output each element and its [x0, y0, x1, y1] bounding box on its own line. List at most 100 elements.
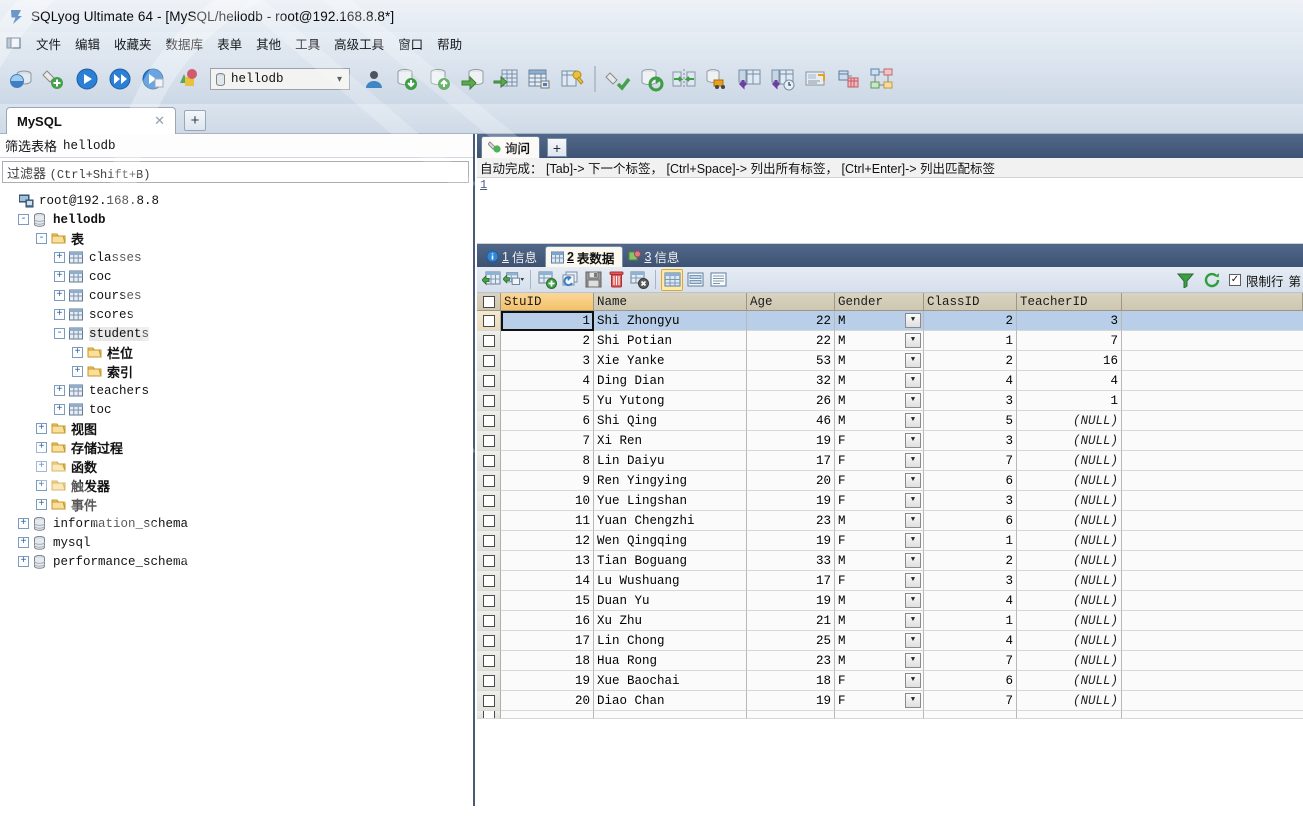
tree-node-table-students[interactable]: - students: [4, 324, 473, 343]
row-checkbox-cell[interactable]: [477, 411, 501, 431]
cell-Age[interactable]: 46: [747, 411, 835, 431]
user-manager-icon[interactable]: [359, 64, 389, 94]
cell-Age[interactable]: 25: [747, 631, 835, 651]
tree-expander-collapse-icon[interactable]: -: [36, 233, 47, 244]
table-row[interactable]: 7 Xi Ren 19 F ▼ 3 (NULL): [477, 431, 1303, 451]
cell-ClassID[interactable]: 3: [924, 571, 1017, 591]
cell-TeacherID[interactable]: 4: [1017, 371, 1122, 391]
cell-Age[interactable]: 23: [747, 511, 835, 531]
cell-ClassID[interactable]: 1: [924, 331, 1017, 351]
row-checkbox-cell[interactable]: [477, 531, 501, 551]
er-diagram-icon[interactable]: [867, 64, 897, 94]
cell-ClassID[interactable]: 2: [924, 551, 1017, 571]
table-row[interactable]: 1 Shi Zhongyu 22 M ▼ 2 3: [477, 311, 1303, 331]
cell-Age[interactable]: 53: [747, 351, 835, 371]
tree-node-triggers-folder[interactable]: + 触发器: [4, 476, 473, 495]
cell-ClassID[interactable]: 4: [924, 591, 1017, 611]
text-view-icon[interactable]: [707, 269, 729, 291]
cell-ClassID[interactable]: 6: [924, 511, 1017, 531]
cell-Gender[interactable]: F ▼: [835, 431, 924, 451]
table-row[interactable]: 4 Ding Dian 32 M ▼ 4 4: [477, 371, 1303, 391]
cell-TeacherID[interactable]: 3: [1017, 311, 1122, 331]
checkbox-icon[interactable]: [482, 634, 495, 647]
checkbox-icon[interactable]: [482, 654, 495, 667]
cell-ClassID[interactable]: 7: [924, 451, 1017, 471]
chevron-down-icon[interactable]: ▼: [905, 413, 921, 428]
cell-ClassID[interactable]: 2: [924, 351, 1017, 371]
cell-Name[interactable]: Yue Lingshan: [594, 491, 747, 511]
chevron-down-icon[interactable]: ▼: [905, 573, 921, 588]
insert-row-dropdown-icon[interactable]: [503, 269, 525, 291]
cell-ClassID[interactable]: 4: [924, 371, 1017, 391]
cell-Name[interactable]: Xi Ren: [594, 431, 747, 451]
cell-Name[interactable]: Xie Yanke: [594, 351, 747, 371]
stop-query-icon[interactable]: [171, 64, 201, 94]
cell-TeacherID[interactable]: (NULL): [1017, 651, 1122, 671]
backup-database-icon[interactable]: [458, 64, 488, 94]
add-connection-tab-button[interactable]: +: [184, 110, 206, 131]
column-header-teacherid[interactable]: TeacherID: [1017, 293, 1122, 311]
table-row[interactable]: 14 Lu Wushuang 17 F ▼ 3 (NULL): [477, 571, 1303, 591]
tree-node-columns-folder[interactable]: + 栏位: [4, 343, 473, 362]
tree-expander-expand-icon[interactable]: +: [54, 385, 65, 396]
menu-tools[interactable]: 工具: [288, 33, 327, 54]
result-tab-table-data[interactable]: 2 表数据: [544, 246, 624, 267]
chevron-down-icon[interactable]: ▼: [905, 353, 921, 368]
table-row[interactable]: 18 Hua Rong 23 M ▼ 7 (NULL): [477, 651, 1303, 671]
row-checkbox-cell[interactable]: [477, 471, 501, 491]
cell-Gender[interactable]: M ▼: [835, 331, 924, 351]
insert-row-icon[interactable]: [480, 269, 502, 291]
menu-database[interactable]: 数据库: [159, 33, 211, 54]
cell-StuID[interactable]: 20: [501, 691, 594, 711]
refresh-icon[interactable]: [1202, 269, 1224, 291]
menu-other[interactable]: 其他: [249, 33, 288, 54]
chevron-down-icon[interactable]: ▼: [905, 313, 921, 328]
cell-Gender[interactable]: M ▼: [835, 411, 924, 431]
menu-window[interactable]: 窗口: [391, 33, 430, 54]
cell-TeacherID[interactable]: (NULL): [1017, 631, 1122, 651]
cell-StuID[interactable]: 11: [501, 511, 594, 531]
checkbox-icon[interactable]: [482, 474, 495, 487]
table-row[interactable]: 10 Yue Lingshan 19 F ▼ 3 (NULL): [477, 491, 1303, 511]
tree-expander-expand-icon[interactable]: +: [36, 461, 47, 472]
new-connection-icon[interactable]: [6, 64, 36, 94]
cell-StuID[interactable]: 18: [501, 651, 594, 671]
cell-StuID[interactable]: 10: [501, 491, 594, 511]
cell-StuID[interactable]: 9: [501, 471, 594, 491]
table-row[interactable]: 13 Tian Boguang 33 M ▼ 2 (NULL): [477, 551, 1303, 571]
flush-icon[interactable]: [603, 64, 633, 94]
cell-Gender[interactable]: M ▼: [835, 631, 924, 651]
row-checkbox-cell[interactable]: [477, 351, 501, 371]
tree-expander-expand-icon[interactable]: +: [36, 423, 47, 434]
grid-view-icon[interactable]: [661, 268, 683, 291]
select-all-checkbox-cell[interactable]: [477, 293, 501, 311]
compare-schema-icon[interactable]: [669, 64, 699, 94]
cell-Age[interactable]: 22: [747, 311, 835, 331]
checkbox-icon[interactable]: [482, 694, 495, 707]
tree-node-performance-schema[interactable]: + performance_schema: [4, 552, 473, 571]
query-tab[interactable]: 询问: [481, 136, 541, 158]
checkbox-icon[interactable]: [482, 394, 495, 407]
connection-tab-mysql[interactable]: MySQL ✕: [6, 107, 176, 134]
cell-Name[interactable]: Yuan Chengzhi: [594, 511, 747, 531]
query-builder-icon[interactable]: [801, 64, 831, 94]
row-checkbox-cell[interactable]: [477, 651, 501, 671]
cell-StuID[interactable]: 6: [501, 411, 594, 431]
cell-Age[interactable]: 22: [747, 331, 835, 351]
checkbox-icon[interactable]: [482, 554, 495, 567]
tree-node-mysql[interactable]: + mysql: [4, 533, 473, 552]
cell-TeacherID[interactable]: (NULL): [1017, 671, 1122, 691]
table-row[interactable]: 19 Xue Baochai 18 F ▼ 6 (NULL): [477, 671, 1303, 691]
cell-Age[interactable]: 32: [747, 371, 835, 391]
chevron-down-icon[interactable]: ▼: [905, 333, 921, 348]
cell-StuID[interactable]: 4: [501, 371, 594, 391]
row-checkbox-cell[interactable]: [477, 611, 501, 631]
cell-Gender[interactable]: M ▼: [835, 651, 924, 671]
row-checkbox-cell[interactable]: [477, 591, 501, 611]
tree-node-functions-folder[interactable]: + 函数: [4, 457, 473, 476]
cell-Name[interactable]: Diao Chan: [594, 691, 747, 711]
cell-Age[interactable]: 26: [747, 391, 835, 411]
table-row[interactable]: 6 Shi Qing 46 M ▼ 5 (NULL): [477, 411, 1303, 431]
cell-Gender[interactable]: F ▼: [835, 491, 924, 511]
sql-editor[interactable]: 1: [477, 178, 1303, 244]
